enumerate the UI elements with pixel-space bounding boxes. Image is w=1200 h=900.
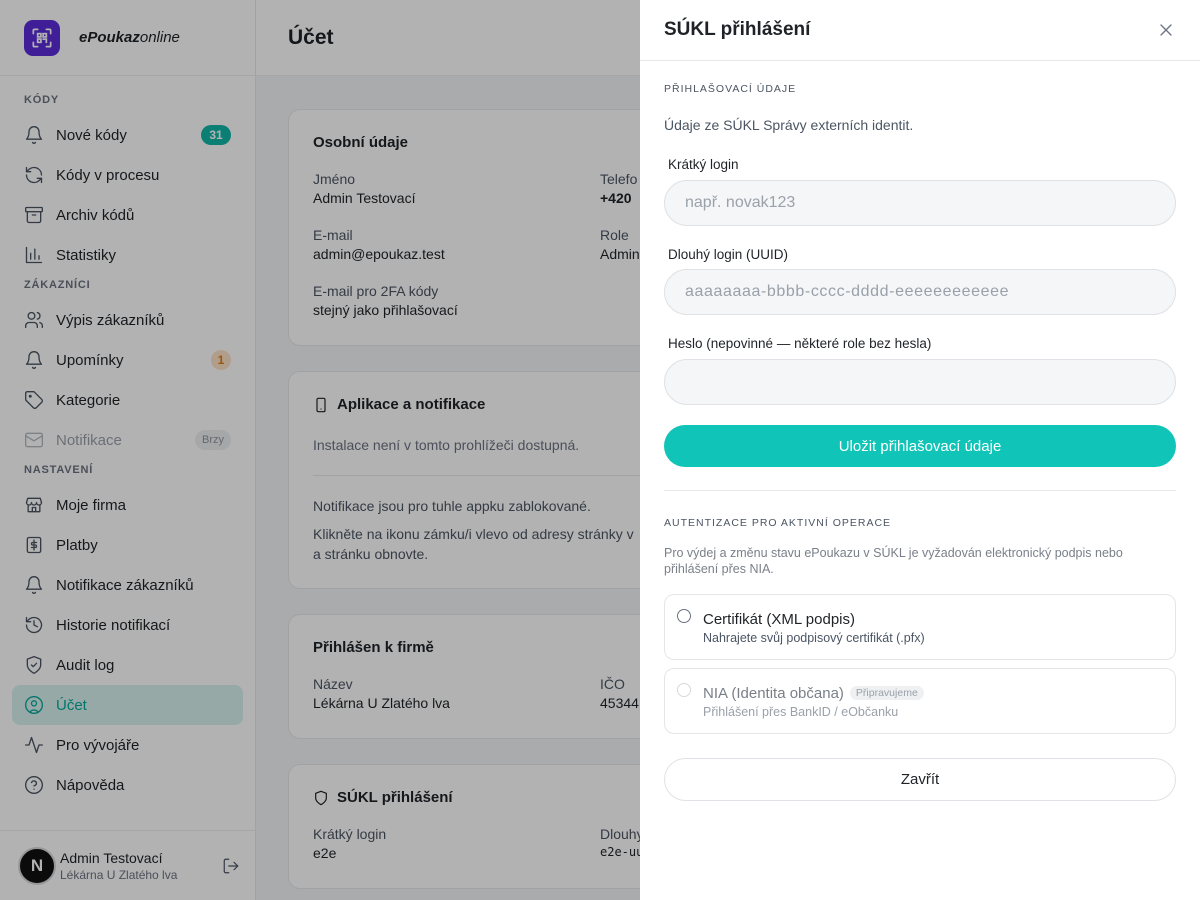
credentials-caption: PŘIHLAŠOVACÍ ÚDAJE (664, 83, 797, 95)
certificate-radio[interactable] (677, 609, 691, 623)
auth-option-certificate[interactable]: Certifikát (XML podpis) Nahrajete svůj p… (664, 594, 1176, 660)
option-subtitle: Přihlášení přes BankID / eObčanku (703, 705, 899, 719)
long-login-label: Dlouhý login (UUID) (668, 247, 789, 262)
save-credentials-button[interactable]: Uložit přihlašovací údaje (664, 425, 1176, 467)
long-login-input[interactable] (664, 269, 1176, 315)
divider (664, 490, 1176, 491)
drawer-title: SÚKL přihlášení (664, 19, 811, 40)
auth-option-nia: NIA (Identita občana) Připravujeme Přihlá… (664, 668, 1176, 734)
password-input[interactable] (664, 359, 1176, 405)
close-button[interactable]: Zavřít (664, 758, 1176, 801)
close-icon[interactable] (1156, 20, 1176, 40)
short-login-label: Krátký login (668, 157, 739, 172)
nia-radio (677, 683, 691, 697)
credentials-description: Údaje ze SÚKL Správy externích identit. (664, 117, 914, 133)
password-label: Heslo (nepovinné — některé role bez hesl… (668, 336, 932, 351)
auth-description: Pro výdej a změnu stavu ePoukazu v SÚKL … (664, 546, 1123, 576)
short-login-input[interactable] (664, 180, 1176, 226)
option-title: Certifikát (XML podpis) (703, 611, 855, 628)
sukl-login-drawer: SÚKL přihlášení PŘIHLAŠOVACÍ ÚDAJE Údaje… (640, 0, 1200, 900)
auth-caption: AUTENTIZACE PRO AKTIVNÍ OPERACE (664, 517, 892, 529)
option-title: NIA (Identita občana) (703, 685, 844, 702)
option-subtitle: Nahrajete svůj podpisový certifikát (.pf… (703, 631, 925, 645)
coming-soon-badge: Připravujeme (849, 686, 924, 700)
